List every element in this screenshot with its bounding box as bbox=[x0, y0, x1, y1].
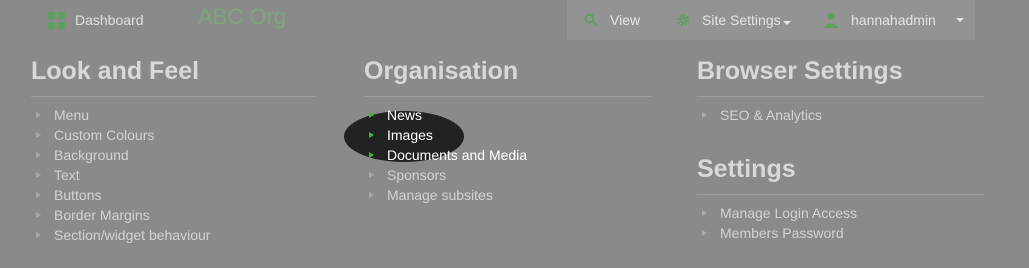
navbar-right: View Site Settings hannahadmin bbox=[567, 0, 975, 40]
menu-item-members-password[interactable]: Members Password bbox=[697, 223, 984, 243]
triangle-right-icon bbox=[702, 112, 707, 118]
section-look-and-feel: Look and Feel Menu Custom Colours Backgr… bbox=[31, 55, 316, 245]
menu-item-label: Documents and Media bbox=[387, 147, 528, 163]
nav-user-label: hannahadmin bbox=[851, 12, 936, 28]
menu-item-label: Members Password bbox=[720, 225, 844, 241]
menu-item-news[interactable]: News bbox=[364, 105, 652, 125]
menu-item-background[interactable]: Background bbox=[31, 145, 316, 165]
section-browser-settings: Browser Settings SEO & Analytics bbox=[697, 55, 984, 125]
menu-item-documents-and-media[interactable]: Documents and Media bbox=[364, 145, 652, 165]
menu-item-images[interactable]: Images bbox=[364, 125, 652, 145]
nav-user-menu[interactable]: hannahadmin bbox=[823, 0, 964, 40]
search-icon bbox=[584, 13, 598, 27]
triangle-right-icon bbox=[369, 112, 374, 118]
triangle-right-icon bbox=[369, 192, 374, 198]
triangle-right-icon bbox=[702, 230, 707, 236]
user-icon bbox=[824, 13, 838, 28]
menu-item-menu[interactable]: Menu bbox=[31, 105, 316, 125]
triangle-right-icon bbox=[36, 132, 41, 138]
menu-item-label: Sponsors bbox=[387, 167, 447, 183]
section-organisation: Organisation News Images Documents and M… bbox=[364, 55, 652, 205]
triangle-right-icon bbox=[36, 152, 41, 158]
divider bbox=[697, 96, 984, 97]
nav-dashboard[interactable]: Dashboard bbox=[48, 0, 144, 40]
menu-item-label: Text bbox=[54, 167, 80, 183]
menu-item-label: Images bbox=[387, 127, 433, 143]
menu-item-label: Manage subsites bbox=[387, 187, 493, 203]
section-heading: Organisation bbox=[364, 57, 519, 85]
divider bbox=[31, 96, 316, 97]
triangle-right-icon bbox=[36, 112, 41, 118]
triangle-right-icon bbox=[702, 210, 707, 216]
menu-item-label: Buttons bbox=[54, 187, 102, 203]
section-settings: Settings Manage Login Access Members Pas… bbox=[697, 153, 984, 243]
menu-item-label: Border Margins bbox=[54, 207, 150, 223]
grid-icon bbox=[48, 11, 65, 29]
menu-item-border-margins[interactable]: Border Margins bbox=[31, 205, 316, 225]
triangle-right-icon bbox=[36, 232, 41, 238]
menu-item-label: Menu bbox=[54, 107, 90, 123]
menu-item-text[interactable]: Text bbox=[31, 165, 316, 185]
gear-icon bbox=[677, 14, 689, 26]
menu-item-label: Section/widget behaviour bbox=[54, 227, 211, 243]
nav-site-settings-label: Site Settings bbox=[702, 12, 791, 28]
chevron-down-icon bbox=[782, 21, 791, 25]
triangle-right-icon bbox=[369, 172, 374, 178]
triangle-right-icon bbox=[369, 132, 374, 138]
triangle-right-icon bbox=[369, 152, 374, 158]
section-heading: Look and Feel bbox=[31, 57, 200, 85]
section-heading: Settings bbox=[697, 155, 796, 183]
menu-item-manage-subsites[interactable]: Manage subsites bbox=[364, 185, 652, 205]
nav-dashboard-label: Dashboard bbox=[75, 12, 144, 28]
menu-item-label: Manage Login Access bbox=[720, 205, 857, 221]
triangle-right-icon bbox=[36, 172, 41, 178]
top-navbar: Dashboard ABC Org View Site Settings han… bbox=[0, 0, 1029, 40]
menu-item-section-widget-behaviour[interactable]: Section/widget behaviour bbox=[31, 225, 316, 245]
menu-item-seo-analytics[interactable]: SEO & Analytics bbox=[697, 105, 984, 125]
divider bbox=[364, 96, 652, 97]
triangle-right-icon bbox=[36, 212, 41, 218]
triangle-right-icon bbox=[36, 192, 41, 198]
nav-site-settings[interactable]: Site Settings bbox=[676, 0, 791, 40]
menu-item-label: SEO & Analytics bbox=[720, 107, 822, 123]
brand-name[interactable]: ABC Org bbox=[198, 4, 286, 30]
menu-item-custom-colours[interactable]: Custom Colours bbox=[31, 125, 316, 145]
menu-item-label: Background bbox=[54, 147, 129, 163]
menu-item-buttons[interactable]: Buttons bbox=[31, 185, 316, 205]
section-heading: Browser Settings bbox=[697, 57, 903, 85]
menu-item-label: News bbox=[387, 107, 423, 123]
chevron-down-icon bbox=[955, 18, 964, 22]
menu-item-manage-login-access[interactable]: Manage Login Access bbox=[697, 203, 984, 223]
nav-view-label: View bbox=[610, 12, 641, 28]
nav-view[interactable]: View bbox=[584, 0, 640, 40]
divider bbox=[697, 194, 984, 195]
menu-item-label: Custom Colours bbox=[54, 127, 155, 143]
menu-item-sponsors[interactable]: Sponsors bbox=[364, 165, 652, 185]
